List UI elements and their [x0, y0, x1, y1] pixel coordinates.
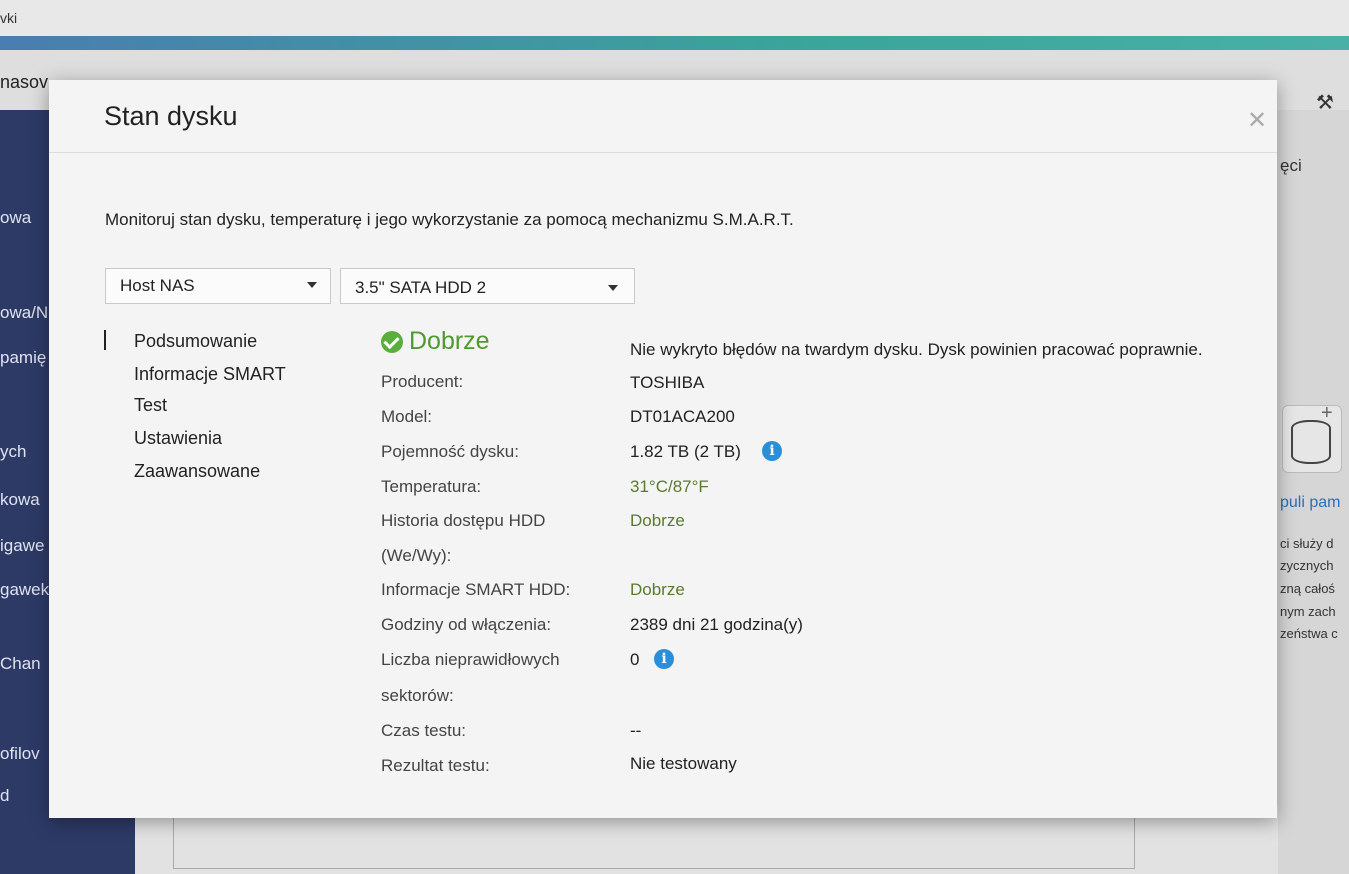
- model-label: Model:: [381, 407, 433, 426]
- disk-select[interactable]: 3.5" SATA HDD 2: [340, 268, 635, 304]
- right-panel-text: zycznych: [1280, 558, 1334, 573]
- nav-item-summary[interactable]: Podsumowanie: [134, 331, 257, 352]
- right-panel-text: ci służy d: [1280, 536, 1334, 551]
- smart-info-value: Dobrze: [630, 580, 685, 599]
- power-on-hours-value: 2389 dni 21 godzina(y): [630, 615, 803, 634]
- nav-item-test[interactable]: Test: [134, 395, 167, 416]
- right-panel-text: nym zach: [1280, 604, 1336, 619]
- producer-label: Producent:: [381, 372, 464, 391]
- smart-info-label: Informacje SMART HDD:: [381, 580, 571, 599]
- test-result-label: Rezultat testu:: [381, 756, 490, 775]
- disk-status-dialog: Stan dysku ✕ Monitoruj stan dysku, tempe…: [49, 80, 1277, 818]
- storage-pool-disk-icon[interactable]: +: [1282, 402, 1342, 473]
- nav-active-marker: [104, 330, 106, 350]
- temperature-value: 31°C/87°F: [630, 477, 709, 496]
- info-icon[interactable]: i: [762, 441, 782, 461]
- power-on-hours-label: Godziny od włączenia:: [381, 615, 552, 634]
- sidebar-item[interactable]: d: [0, 786, 9, 806]
- bad-sectors-label-cont: sektorów:: [381, 686, 454, 705]
- nav-item-settings[interactable]: Ustawienia: [134, 428, 222, 449]
- bad-sectors-value: 0: [630, 650, 640, 669]
- background-header-text: nasov: [0, 72, 49, 92]
- chevron-down-icon: [608, 285, 618, 291]
- disk-select-value: 3.5" SATA HDD 2: [355, 278, 487, 297]
- test-result-value: Nie testowany: [630, 754, 737, 773]
- info-icon[interactable]: i: [654, 649, 674, 669]
- sidebar-item[interactable]: gawek: [0, 580, 49, 600]
- right-panel-text: zeństwa c: [1280, 626, 1338, 641]
- right-panel-link[interactable]: puli pam: [1280, 494, 1340, 512]
- sidebar-item[interactable]: pamię: [0, 348, 46, 368]
- access-history-value: Dobrze: [630, 511, 685, 530]
- dialog-title: Stan dysku: [104, 101, 238, 131]
- check-circle-icon: [381, 331, 403, 353]
- access-history-label-cont: (We/Wy):: [381, 546, 452, 565]
- right-panel-text: zną całoś: [1280, 581, 1335, 596]
- dialog-description: Monitoruj stan dysku, temperaturę i jego…: [105, 210, 794, 229]
- producer-value: TOSHIBA: [630, 373, 705, 392]
- host-select-value: Host NAS: [120, 276, 195, 295]
- temperature-label: Temperatura:: [381, 477, 482, 496]
- host-select[interactable]: Host NAS: [105, 268, 331, 304]
- access-history-label: Historia dostępu HDD: [381, 511, 546, 530]
- nav-item-advanced[interactable]: Zaawansowane: [134, 461, 260, 482]
- close-icon[interactable]: ✕: [1247, 106, 1267, 135]
- sidebar-item[interactable]: ych: [0, 442, 26, 462]
- sidebar-item[interactable]: ofilov: [0, 744, 40, 764]
- health-status-message: Nie wykryto błędów na twardym dysku. Dys…: [630, 340, 1203, 359]
- bad-sectors-label: Liczba nieprawidłowych: [381, 650, 560, 669]
- plus-icon: +: [1321, 402, 1333, 424]
- dialog-header: Stan dysku ✕: [49, 80, 1277, 153]
- background-box: [173, 815, 1135, 869]
- sidebar-item[interactable]: Chan: [0, 654, 41, 674]
- sidebar-item[interactable]: owa/N: [0, 303, 48, 323]
- sidebar-item[interactable]: kowa: [0, 490, 40, 510]
- right-panel-header: ęci: [1280, 156, 1302, 175]
- capacity-label: Pojemność dysku:: [381, 442, 519, 461]
- test-time-label: Czas testu:: [381, 721, 467, 740]
- test-time-value: --: [630, 721, 642, 740]
- health-status-text: Dobrze: [409, 327, 490, 355]
- nav-item-smart-info[interactable]: Informacje SMART: [134, 364, 286, 385]
- chevron-down-icon: [307, 282, 317, 288]
- background-right-panel: ęci puli pam ci służy d zycznych zną cał…: [1278, 110, 1349, 874]
- model-value: DT01ACA200: [630, 407, 735, 426]
- capacity-value: 1.82 TB (2 TB): [630, 442, 741, 461]
- window-titlebar: vki: [0, 0, 1349, 50]
- sidebar-item[interactable]: igawe: [0, 536, 44, 556]
- window-title: vki: [0, 10, 18, 26]
- accent-strip: [0, 36, 1349, 50]
- sidebar-item[interactable]: owa: [0, 208, 31, 228]
- disk-cylinder-icon: [1291, 420, 1331, 464]
